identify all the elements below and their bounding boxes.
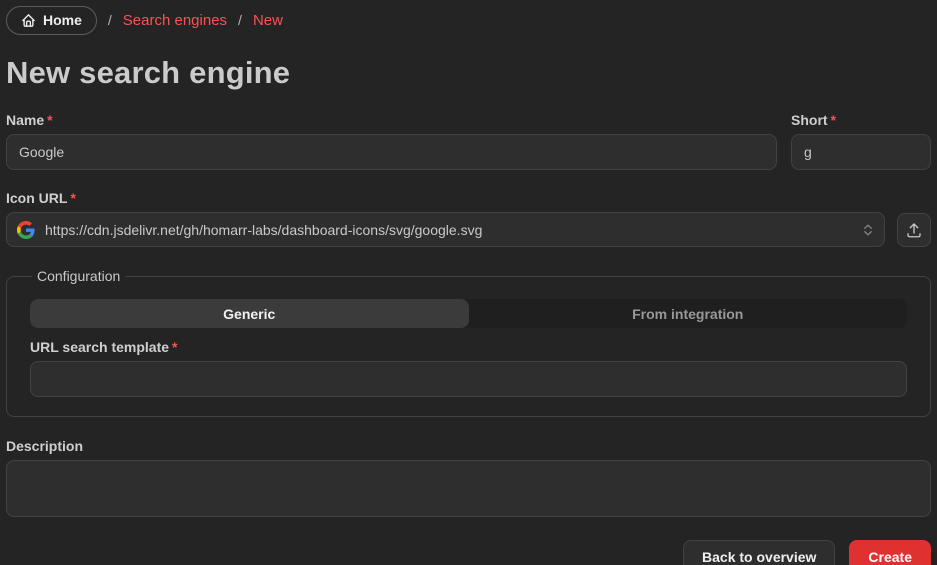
required-asterisk: * xyxy=(70,190,75,206)
create-button[interactable]: Create xyxy=(849,540,931,565)
configuration-legend: Configuration xyxy=(32,268,125,284)
url-search-template-input[interactable] xyxy=(30,361,907,397)
form-actions: Back to overview Create xyxy=(6,540,931,565)
breadcrumb-link-new[interactable]: New xyxy=(253,12,283,29)
required-asterisk: * xyxy=(47,112,52,128)
name-field-group: Name* xyxy=(6,113,777,170)
description-field-group: Description xyxy=(6,439,931,522)
breadcrumb-home-button[interactable]: Home xyxy=(6,6,97,35)
required-asterisk: * xyxy=(172,339,177,355)
back-to-overview-button[interactable]: Back to overview xyxy=(683,540,835,565)
tab-generic[interactable]: Generic xyxy=(30,299,469,328)
name-input[interactable] xyxy=(6,134,777,170)
icon-url-combobox xyxy=(6,212,885,247)
new-search-engine-page: Home / Search engines / New New search e… xyxy=(0,0,937,565)
required-asterisk: * xyxy=(831,112,836,128)
breadcrumb-link-search-engines[interactable]: Search engines xyxy=(123,12,227,29)
short-field-group: Short* xyxy=(791,113,931,170)
upload-icon xyxy=(905,221,923,239)
tab-from-integration[interactable]: From integration xyxy=(469,299,908,328)
breadcrumb-separator: / xyxy=(238,12,242,28)
description-textarea[interactable] xyxy=(6,460,931,517)
breadcrumb-home-label: Home xyxy=(43,12,82,28)
home-icon xyxy=(21,13,36,28)
short-input[interactable] xyxy=(791,134,931,170)
description-label: Description xyxy=(6,439,931,454)
breadcrumb-separator: / xyxy=(108,12,112,28)
short-label: Short* xyxy=(791,113,931,128)
url-search-template-group: URL search template* xyxy=(30,340,907,397)
upload-icon-button[interactable] xyxy=(897,213,931,247)
configuration-tabs: Generic From integration xyxy=(30,299,907,328)
icon-url-input[interactable] xyxy=(6,212,885,247)
configuration-fieldset: Configuration Generic From integration U… xyxy=(6,268,931,417)
icon-url-field-group: Icon URL* xyxy=(6,191,931,247)
page-title: New search engine xyxy=(6,55,931,91)
url-search-template-label: URL search template* xyxy=(30,340,907,355)
breadcrumb: Home / Search engines / New xyxy=(6,5,931,35)
name-short-row: Name* Short* xyxy=(6,113,931,170)
name-label: Name* xyxy=(6,113,777,128)
icon-url-label: Icon URL* xyxy=(6,191,931,206)
